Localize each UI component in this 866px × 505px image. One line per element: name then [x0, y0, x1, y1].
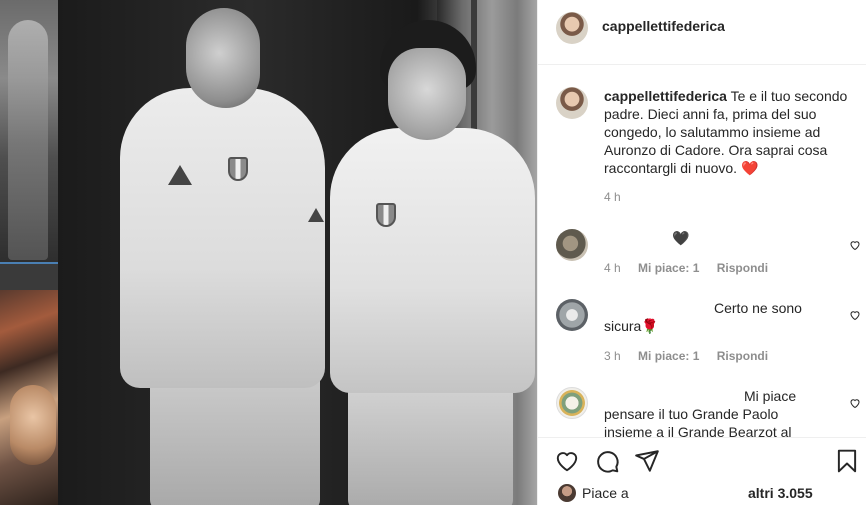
comment-text: 🖤	[672, 230, 690, 246]
heart-small-icon[interactable]	[849, 239, 861, 251]
post-photo[interactable]	[58, 0, 537, 505]
heart-small-icon[interactable]	[849, 309, 861, 321]
divider	[538, 437, 866, 438]
comments-list[interactable]: cappellettifederica Te e il tuo secondo …	[538, 65, 866, 437]
likes-count[interactable]: altri 3.055	[748, 485, 813, 501]
post-details-panel: cappellettifederica cappellettifederica …	[537, 0, 866, 505]
jacket-crest-icon	[228, 157, 248, 181]
likes-prefix: Piace a	[582, 485, 629, 501]
reply-button[interactable]: Rispondi	[717, 261, 768, 275]
comment-likes[interactable]: Mi piace: 1	[638, 261, 699, 275]
avatar[interactable]	[556, 229, 588, 261]
avatar[interactable]	[556, 12, 588, 44]
jacket-logo-icon	[168, 165, 192, 185]
avatar[interactable]	[556, 87, 588, 119]
background-photo	[0, 290, 58, 505]
comment-icon[interactable]	[594, 448, 620, 474]
jacket-crest-icon	[376, 203, 396, 227]
share-icon[interactable]	[634, 448, 660, 474]
reply-button[interactable]: Rispondi	[717, 349, 768, 363]
comment-timestamp[interactable]: 3 h	[604, 349, 621, 363]
comment-timestamp[interactable]: 4 h	[604, 261, 621, 275]
post-author-username[interactable]: cappellettifederica	[602, 18, 725, 34]
caption-timestamp[interactable]: 4 h	[604, 190, 635, 204]
caption-username[interactable]: cappellettifederica	[604, 88, 727, 104]
comment-meta: 3 h Mi piace: 1 Rispondi	[604, 349, 782, 363]
jacket-logo-icon	[308, 208, 324, 222]
comment-likes[interactable]: Mi piace: 1	[638, 349, 699, 363]
comment-meta: 4 h Mi piace: 1 Rispondi	[604, 261, 782, 275]
background-photo	[0, 0, 58, 262]
background-feed	[0, 0, 58, 505]
caption: cappellettifederica Te e il tuo secondo …	[604, 87, 862, 177]
background-divider	[0, 262, 58, 264]
like-icon[interactable]	[554, 448, 580, 474]
avatar[interactable]	[556, 387, 588, 419]
save-icon[interactable]	[834, 448, 860, 474]
comment-text: Certo ne sono sicura🌹	[604, 300, 802, 334]
avatar[interactable]	[556, 299, 588, 331]
avatar[interactable]	[558, 484, 576, 502]
comment-text: Mi piace pensare il tuo Grande Paolo ins…	[604, 388, 797, 437]
heart-small-icon[interactable]	[849, 397, 861, 409]
